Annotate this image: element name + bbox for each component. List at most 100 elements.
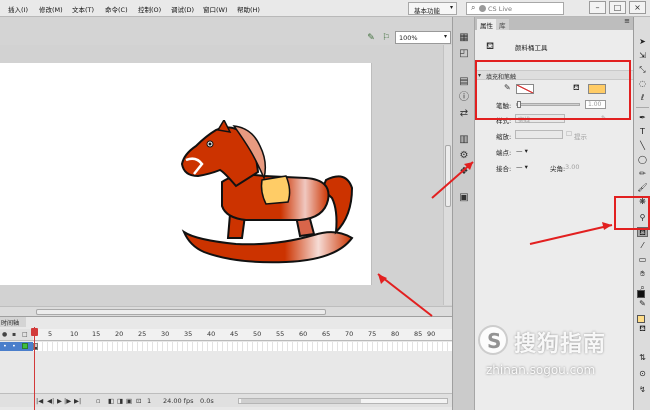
line-tool-icon[interactable]: ╲ [637,141,648,151]
scale-select[interactable] [515,130,563,139]
unlocked-dot-icon[interactable]: • [12,342,16,350]
oval-tool-icon[interactable]: ◯ [637,155,648,165]
cs-live-button[interactable]: ⌕ CS Live [466,2,564,15]
edit-scene-icon[interactable]: ⚐ [380,33,392,43]
rewind-icon[interactable]: |◀ [36,397,43,405]
menu-text[interactable]: 文本(T) [72,4,94,14]
info-icon[interactable]: ⓘ [458,92,470,104]
scroll-thumb[interactable] [36,309,326,315]
pen-tool-icon[interactable]: ✒ [637,113,648,123]
stroke-width-field[interactable]: 1.00 [585,100,606,109]
lasso-tool-icon[interactable]: ℓ [637,93,648,103]
align-icon[interactable]: ▤ [458,76,470,88]
eyedropper-tool-icon[interactable]: ⁄ [637,241,648,251]
frame-number: 75 [368,330,377,338]
layer-color-swatch[interactable] [22,343,28,349]
markers-icon[interactable]: ⊡ [136,397,141,405]
rocking-horse-drawing[interactable] [176,120,354,265]
join-select[interactable]: — ▾ [516,163,528,171]
components-icon[interactable]: ⚙ [458,150,470,162]
actions-icon[interactable]: ▥ [458,134,470,146]
free-transform-tool-icon[interactable]: ⤡ [637,65,648,75]
deco-tool-icon[interactable]: ❋ [637,197,648,207]
fill-color-swatch[interactable] [588,84,606,94]
eraser-tool-icon[interactable]: ▭ [637,255,648,265]
tab-properties[interactable]: 属性 [477,19,496,30]
brush-tool-icon[interactable]: 🖌︎ [637,183,648,193]
swatches-icon[interactable]: ▦ [458,32,470,44]
text-tool-icon[interactable]: T [637,127,648,137]
watermark-title: 搜狗指南 [514,332,607,357]
menu-control[interactable]: 控制(O) [138,4,161,14]
menu-window[interactable]: 窗口(W) [203,4,228,14]
transform-icon[interactable]: ⇄ [458,108,470,120]
smooth-icon[interactable]: ↯ [637,385,648,395]
tool-fill-color-swatch[interactable] [637,315,645,323]
zoom-select[interactable]: 100% ▾ [395,31,451,44]
scroll-thumb[interactable] [445,145,451,207]
fast-forward-icon[interactable]: ▶| [74,397,81,405]
step-back-icon[interactable]: ◀| [47,397,54,405]
frame-number: 45 [230,330,239,338]
workspace-switcher[interactable]: 基本功能 ▾ [408,2,457,15]
timeline-tab[interactable]: 时间轴 [0,317,26,327]
playhead-line [34,327,35,410]
menu-debug[interactable]: 调试(D) [171,4,194,14]
paint-bucket-icon[interactable]: ⛾ [637,227,648,237]
lock-icon[interactable]: ▪ [12,331,16,338]
outline-icon[interactable]: □ [22,331,28,338]
chevron-down-icon: ▾ [443,33,447,40]
endpoint-select[interactable]: — ▾ [516,147,528,155]
onion-skin-icon[interactable]: ◧ [108,397,114,405]
selection-tool-icon[interactable]: ➤ [637,37,648,47]
subselection-tool-icon[interactable]: ⇲ [637,51,648,61]
slider-knob[interactable] [517,101,521,108]
timeline-scrollbar[interactable] [238,398,448,404]
frame-ruler[interactable]: 1 5 10 15 20 25 30 35 40 45 50 55 60 65 … [32,329,452,341]
miter-value[interactable]: 3.00 [565,163,579,171]
playhead[interactable] [31,328,38,336]
stroke-width-slider[interactable] [516,101,580,108]
minimize-icon[interactable]: – [589,1,606,14]
separator [636,107,649,108]
onion-outline-icon[interactable]: ◨ [117,397,123,405]
color-icon[interactable]: ◰ [458,48,470,60]
style-label: 样式: [496,117,512,125]
paint-bucket-icon: ⛾ [573,83,580,92]
history-icon[interactable]: ▣ [458,192,470,204]
frame-number: 5 [48,330,53,338]
menu-insert[interactable]: 插入(I) [8,4,28,14]
tab-library[interactable]: 库 [496,19,509,30]
menu-commands[interactable]: 命令(C) [105,4,128,14]
hint-checkbox[interactable]: ☐ [566,130,572,138]
menu-help[interactable]: 帮助(H) [237,4,260,14]
window-controls: – □ × [589,0,650,16]
visible-dot-icon[interactable]: • [3,342,7,350]
frame-number: 50 [253,330,262,338]
menu-modify[interactable]: 修改(M) [39,4,63,14]
hand-tool-icon[interactable]: ✋︎ [637,269,648,279]
close-icon[interactable]: × [629,1,646,14]
new-layer-icon[interactable]: ▫ [96,397,100,405]
edit-symbol-icon[interactable]: ✎ [365,33,377,43]
step-forward-icon[interactable]: |▶ [64,397,71,405]
motion-presets-icon[interactable]: ❖ [458,166,470,178]
edit-style-icon[interactable]: ✎ [601,114,606,122]
play-icon[interactable]: ▶ [57,397,62,405]
layer-row[interactable]: • • [0,342,33,351]
style-select[interactable]: 实线 [515,114,565,124]
fill-stroke-section-header[interactable]: ▾ 填充和笔触 [475,70,633,81]
edit-frames-icon[interactable]: ▣ [126,397,132,405]
panel-menu-icon[interactable]: ≡ [624,17,630,25]
frame-row[interactable] [33,342,452,351]
scroll-thumb[interactable] [241,399,361,403]
bone-tool-icon[interactable]: ⚲ [637,213,648,223]
stroke-color-swatch[interactable] [516,84,534,94]
3d-rotation-tool-icon[interactable]: ◌ [637,79,648,89]
eye-icon[interactable]: ● [2,331,7,338]
maximize-icon[interactable]: □ [609,1,626,14]
stage-horizontal-scrollbar[interactable] [0,306,452,316]
pencil-tool-icon[interactable]: ✏ [637,169,648,179]
stage-vertical-scrollbar[interactable] [443,45,452,305]
tool-stroke-color-swatch[interactable] [637,290,645,298]
